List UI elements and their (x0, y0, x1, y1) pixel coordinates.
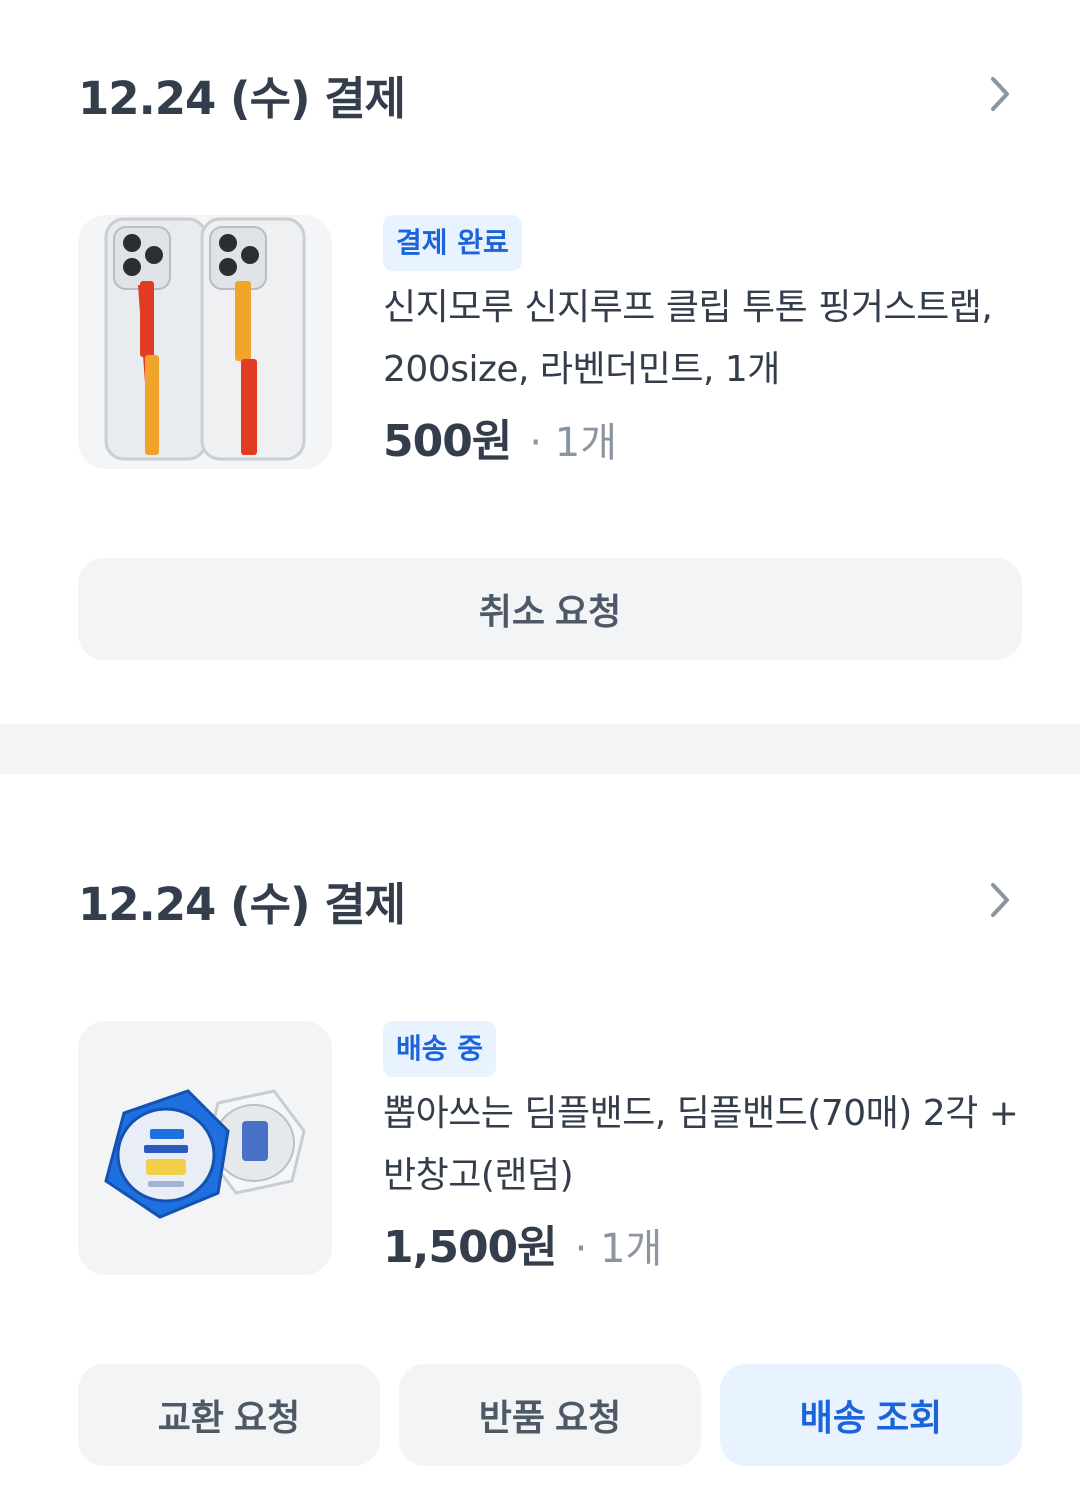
track-shipping-button[interactable]: 배송 조회 (720, 1364, 1022, 1466)
section-divider (0, 724, 1080, 774)
product-info: 배송 중 뽑아쓰는 딤플밴드, 딤플밴드(70매) 2각 + 반창고(랜덤) 1… (383, 1021, 1020, 1275)
order-card: 12.24 (수) 결제 결제 완료 신지모루 신지루프 클립 투톤 핑거스트랩… (0, 0, 1080, 724)
status-badge: 결제 완료 (383, 215, 522, 271)
status-badge: 배송 중 (383, 1021, 497, 1077)
order-date: 12.24 (수) 결제 (78, 877, 406, 931)
price-row: 500원 · 1개 (383, 405, 1020, 469)
product-price: 500원 (383, 416, 512, 467)
product-name[interactable]: 신지모루 신지루프 클립 투톤 핑거스트랩, 200size, 라벤더민트, 1… (383, 277, 1020, 401)
phone-case-finger-strap-image (78, 215, 332, 469)
product-thumbnail[interactable] (78, 1021, 332, 1275)
order-date: 12.24 (수) 결제 (78, 71, 406, 125)
product-thumbnail[interactable] (78, 215, 332, 469)
order-header[interactable]: 12.24 (수) 결제 (78, 54, 1022, 134)
chevron-right-icon[interactable] (978, 72, 1022, 116)
order-card: 12.24 (수) 결제 배송 중 뽑아쓰는 딤플밴드, 딤플밴드(70매) 2… (0, 774, 1080, 1495)
price-row: 1,500원 · 1개 (383, 1211, 1020, 1275)
product-price: 1,500원 (383, 1222, 558, 1273)
product-quantity: · 1개 (574, 1226, 663, 1272)
chevron-right-icon[interactable] (978, 878, 1022, 922)
product-quantity: · 1개 (529, 420, 618, 466)
exchange-request-button[interactable]: 교환 요청 (78, 1364, 380, 1466)
product-info: 결제 완료 신지모루 신지루프 클립 투톤 핑거스트랩, 200size, 라벤… (383, 215, 1020, 469)
cancel-request-button[interactable]: 취소 요청 (78, 558, 1022, 660)
return-request-button[interactable]: 반품 요청 (399, 1364, 701, 1466)
dimple-band-dispenser-image (78, 1021, 332, 1275)
order-header[interactable]: 12.24 (수) 결제 (78, 860, 1022, 940)
product-name[interactable]: 뽑아쓰는 딤플밴드, 딤플밴드(70매) 2각 + 반창고(랜덤) (383, 1083, 1020, 1207)
